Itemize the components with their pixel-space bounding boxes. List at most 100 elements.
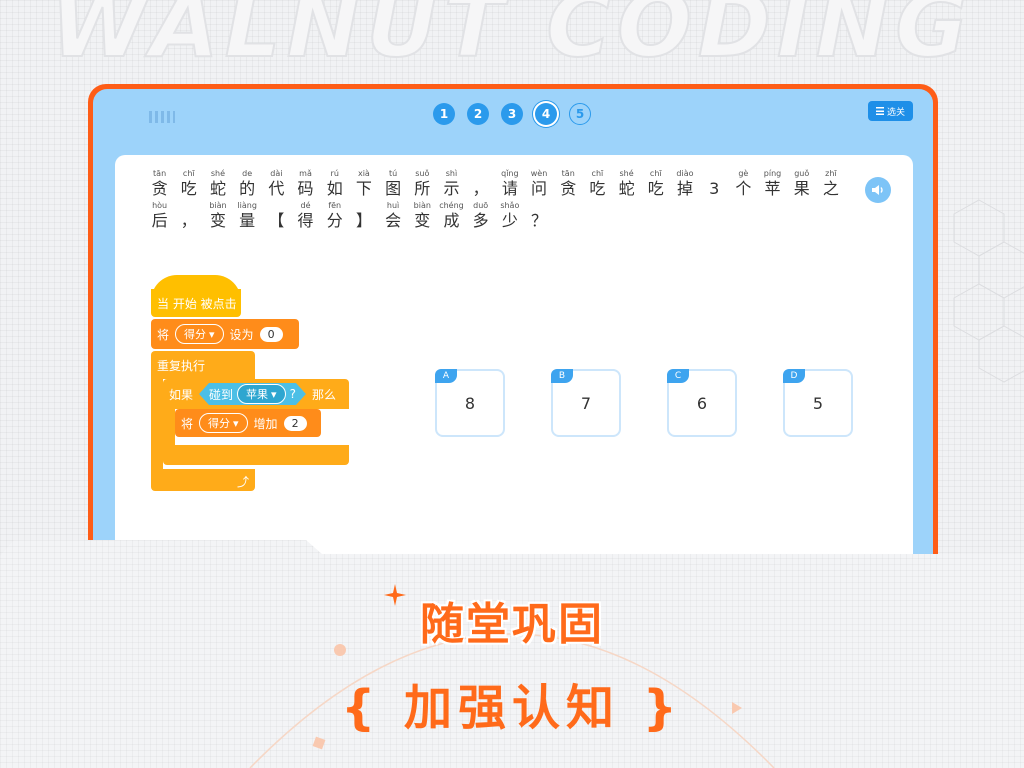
option-d[interactable]: D 5 [783, 369, 853, 437]
hanzi: 吃 [180, 179, 197, 198]
hanzi: 得 [297, 211, 314, 230]
question-line-1: tān 贪 chī 吃 shé 蛇 de 的 dài 代 mǎ 码 rú 如 xià 下 tú 图 suǒ 所 shì 示… [145, 169, 865, 199]
if-then-block: 如果 碰到 苹果 ▾ ? 那么 [163, 379, 349, 409]
question-char: chī 吃 [583, 169, 612, 199]
grip-icon [149, 111, 175, 123]
question-char: liàng 量 [233, 201, 262, 231]
set-verb: 将 [157, 327, 170, 342]
set-value-input[interactable]: 0 [259, 326, 283, 342]
question-line-2: hòu 后， biàn 变 liàng 量【dé 得 fēn 分】 huì 会 biàn 变 chéng 成… [145, 201, 865, 231]
speaker-button[interactable] [865, 177, 891, 203]
sense-question: ? [289, 387, 296, 401]
option-value: 5 [812, 393, 824, 413]
step-dot-4[interactable]: 4 [535, 103, 557, 125]
hanzi: 示 [443, 179, 460, 198]
pinyin: dé [300, 201, 311, 210]
hanzi: 蛇 [618, 179, 635, 198]
hanzi: 】 [355, 211, 372, 230]
forever-loop-block: 重复执行 [151, 351, 255, 379]
speaker-icon [872, 185, 883, 195]
change-variable-dropdown[interactable]: 得分 ▾ [199, 413, 248, 433]
option-c[interactable]: C 6 [667, 369, 737, 437]
question-char: gè 个 [729, 169, 758, 199]
pinyin: de [242, 169, 253, 178]
change-verb: 将 [181, 416, 194, 431]
answer-options: A 8 B 7 C 6 D 5 [435, 369, 853, 437]
question-panel: tān 贪 chī 吃 shé 蛇 de 的 dài 代 mǎ 码 rú 如 xià 下 tú 图 suǒ 所 shì 示… [115, 155, 913, 595]
question-char: tú 图 [379, 169, 408, 199]
step-dot-2[interactable]: 2 [467, 103, 489, 125]
question-char: chī 吃 [174, 169, 203, 199]
hanzi: 之 [822, 179, 839, 198]
hanzi: 问 [531, 179, 548, 198]
hanzi: 请 [501, 179, 518, 198]
hanzi: 贪 [151, 179, 168, 198]
set-variable-dropdown[interactable]: 得分 ▾ [175, 324, 224, 344]
level-select-button[interactable]: 选关 [867, 101, 913, 121]
pinyin: guǒ [794, 169, 810, 178]
question-char: qǐng 请 [495, 169, 524, 199]
top-bar: 1 2 3 4 5 选关 [93, 89, 933, 137]
hexagon-pattern-decoration [953, 199, 1024, 383]
pinyin: zhī [825, 169, 837, 178]
hanzi: 图 [385, 179, 402, 198]
step-dot-3[interactable]: 3 [501, 103, 523, 125]
hanzi: 变 [209, 211, 226, 230]
hanzi: 掉 [676, 179, 693, 198]
option-value: 6 [696, 393, 708, 413]
change-variable-block: 将 得分 ▾ 增加 2 [175, 409, 321, 437]
hanzi: ？ [531, 211, 548, 230]
question-char: dài 代 [262, 169, 291, 199]
hanzi: 如 [326, 179, 343, 198]
level-select-label: 选关 [886, 107, 905, 118]
question-char: chī 吃 [641, 169, 670, 199]
question-char: mǎ 码 [291, 169, 320, 199]
hanzi: 变 [414, 211, 431, 230]
pinyin: duō [473, 201, 489, 210]
app-screen: 1 2 3 4 5 选关 tān 贪 chī 吃 shé 蛇 de 的 dài 代 mǎ 码 rú 如 xi… [93, 89, 933, 599]
hanzi: 多 [472, 211, 489, 230]
hanzi: 会 [385, 211, 402, 230]
option-a[interactable]: A 8 [435, 369, 505, 437]
question-char: diào 掉 [670, 169, 699, 199]
step-dot-5[interactable]: 5 [569, 103, 591, 125]
hanzi: 所 [414, 179, 431, 198]
question-char: hòu 后 [145, 201, 174, 231]
pinyin: shì [445, 169, 458, 178]
set-variable-name: 得分 [184, 328, 207, 341]
pinyin: qǐng [501, 169, 519, 178]
pinyin: tān [153, 169, 167, 178]
when-flag-clicked-block: 当 开始 被点击 [151, 289, 241, 317]
option-letter: A [435, 369, 457, 383]
question-char: guǒ 果 [787, 169, 816, 199]
option-value: 8 [464, 393, 476, 413]
question-char: ？ [524, 201, 553, 231]
step-dot-1[interactable]: 1 [433, 103, 455, 125]
hanzi: 个 [735, 179, 752, 198]
pinyin: chī [182, 169, 195, 178]
pinyin: píng [763, 169, 782, 178]
hanzi: 码 [297, 179, 314, 198]
device-frame: 1 2 3 4 5 选关 tān 贪 chī 吃 shé 蛇 de 的 dài 代 mǎ 码 rú 如 xi… [88, 84, 938, 604]
hanzi: 3 [709, 179, 720, 198]
scratch-code: 当 开始 被点击 将 得分 ▾ 设为 0 重复执行 ⤴ 如果 碰到 苹果 ▾ ?… [151, 275, 391, 495]
option-b[interactable]: B 7 [551, 369, 621, 437]
change-value-input[interactable]: 2 [283, 415, 307, 431]
hanzi: 贪 [560, 179, 577, 198]
question-char: dé 得 [291, 201, 320, 231]
banner-title: 随堂巩固 [420, 599, 604, 650]
pinyin: diào [676, 169, 694, 178]
pinyin: wèn [530, 169, 548, 178]
question-char: xià 下 [349, 169, 378, 199]
bottom-banner: 随堂巩固 { 加强认知 } [0, 540, 1024, 768]
event-block-label: 当 开始 被点击 [157, 296, 237, 311]
hanzi: 蛇 [209, 179, 226, 198]
list-icon [875, 107, 884, 115]
hanzi: ， [180, 211, 197, 230]
hanzi: 苹 [764, 179, 781, 198]
chevron-down-icon: ▾ [271, 387, 277, 401]
touch-target-dropdown[interactable]: 苹果 ▾ [237, 384, 286, 404]
pinyin: biàn [413, 201, 431, 210]
sense-label: 碰到 [209, 387, 234, 402]
hanzi: 后 [151, 211, 168, 230]
